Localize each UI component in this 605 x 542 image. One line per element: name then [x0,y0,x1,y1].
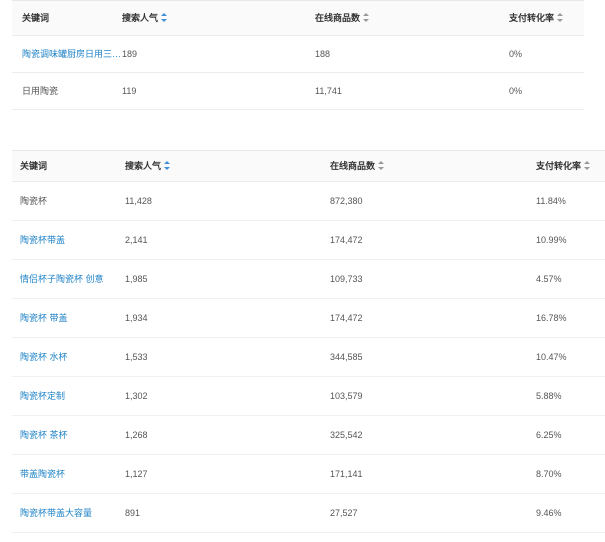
cell-keyword[interactable]: 陶瓷杯定制 [20,377,118,415]
cell-search-popularity: 1,268 [125,430,148,440]
table-row: 陶瓷杯 带盖 1,934 174,472 16.78% [12,299,605,338]
cell-search-popularity: 1,985 [125,274,148,284]
header-payment-conversion[interactable]: 支付转化率 [509,1,564,35]
sort-arrows-icon[interactable] [557,13,564,22]
cell-keyword[interactable]: 陶瓷杯带盖 [20,221,118,259]
header-payment-conversion[interactable]: 支付转化率 [536,151,591,181]
cell-online-products: 11,741 [315,86,342,96]
header-keyword: 关键词 [22,13,50,23]
table-row: 陶瓷杯 11,428 872,380 11.84% [12,182,605,221]
header-online-products[interactable]: 在线商品数 [330,151,385,181]
cell-payment-conversion: 4.57% [536,274,562,284]
cell-search-popularity: 2,141 [125,235,148,245]
cell-online-products: 171,141 [330,469,363,479]
sort-arrows-icon[interactable] [378,161,385,170]
cell-payment-conversion: 0% [509,49,523,59]
sort-arrows-icon[interactable] [363,13,370,22]
header-keyword: 关键词 [20,161,48,171]
header-search-popularity[interactable]: 搜索人气 [122,1,168,35]
cell-search-popularity: 189 [122,49,138,59]
table-row: 带盖陶瓷杯 1,127 171,141 8.70% [12,455,605,494]
cell-keyword[interactable]: 带盖陶瓷杯 [20,455,118,493]
table-row: 陶瓷杯 茶杯 1,268 325,542 6.25% [12,416,605,455]
cell-keyword: 陶瓷杯 [20,196,48,206]
cell-search-popularity: 1,302 [125,391,148,401]
cell-keyword[interactable]: 陶瓷杯 带盖 [20,299,118,337]
cell-payment-conversion: 9.46% [536,508,562,518]
cell-payment-conversion: 6.25% [536,430,562,440]
sort-arrows-icon[interactable] [161,13,168,22]
cell-online-products: 27,527 [330,508,358,518]
table-row: 日用陶瓷 119 11,741 0% [12,73,584,110]
cell-payment-conversion: 10.47% [536,352,567,362]
header-search-popularity[interactable]: 搜索人气 [125,151,171,181]
cell-payment-conversion: 10.99% [536,235,567,245]
cell-keyword[interactable]: 陶瓷调味罐厨房日用三… [22,36,120,72]
table-row: 陶瓷杯带盖大容量 891 27,527 9.46% [12,494,605,533]
table-row: 陶瓷杯定制 1,302 103,579 5.88% [12,377,605,416]
cell-online-products: 174,472 [330,235,363,245]
cell-search-popularity: 891 [125,508,141,518]
cell-keyword: 日用陶瓷 [22,86,59,96]
cell-payment-conversion: 11.84% [536,196,566,206]
keyword-table-top: 关键词 搜索人气 在线商品数 支付转化率 陶瓷调味罐厨房日用三… 189 188 0%… [12,0,584,110]
cell-payment-conversion: 0% [509,86,523,96]
cell-payment-conversion: 8.70% [536,469,562,479]
table-row: 情侣杯子陶瓷杯 创意 1,985 109,733 4.57% [12,260,605,299]
cell-online-products: 188 [315,49,331,59]
cell-keyword[interactable]: 情侣杯子陶瓷杯 创意 [20,260,118,298]
cell-search-popularity: 1,127 [125,469,148,479]
sort-arrows-icon[interactable] [584,161,591,170]
header-online-products[interactable]: 在线商品数 [315,1,370,35]
cell-online-products: 109,733 [330,274,363,284]
cell-search-popularity: 1,533 [125,352,148,362]
table-row: 陶瓷杯 水杯 1,533 344,585 10.47% [12,338,605,377]
cell-payment-conversion: 16.78% [536,313,567,323]
table-row: 陶瓷调味罐厨房日用三… 189 188 0% [12,36,584,73]
table-header: 关键词 搜索人气 在线商品数 支付转化率 [12,150,605,182]
table-header: 关键词 搜索人气 在线商品数 支付转化率 [12,0,584,36]
cell-online-products: 872,380 [330,196,363,206]
cell-search-popularity: 119 [122,86,137,96]
sort-arrows-icon[interactable] [164,161,171,170]
cell-online-products: 344,585 [330,352,363,362]
cell-online-products: 103,579 [330,391,363,401]
cell-keyword[interactable]: 陶瓷杯 茶杯 [20,416,118,454]
cell-payment-conversion: 5.88% [536,391,562,401]
keyword-table-bottom: 关键词 搜索人气 在线商品数 支付转化率 陶瓷杯 11,428 872,380 11.… [12,150,605,533]
cell-online-products: 325,542 [330,430,363,440]
cell-search-popularity: 11,428 [125,196,152,206]
cell-online-products: 174,472 [330,313,363,323]
cell-keyword[interactable]: 陶瓷杯带盖大容量 [20,494,118,532]
cell-search-popularity: 1,934 [125,313,148,323]
table-row: 陶瓷杯带盖 2,141 174,472 10.99% [12,221,605,260]
cell-keyword[interactable]: 陶瓷杯 水杯 [20,338,118,376]
